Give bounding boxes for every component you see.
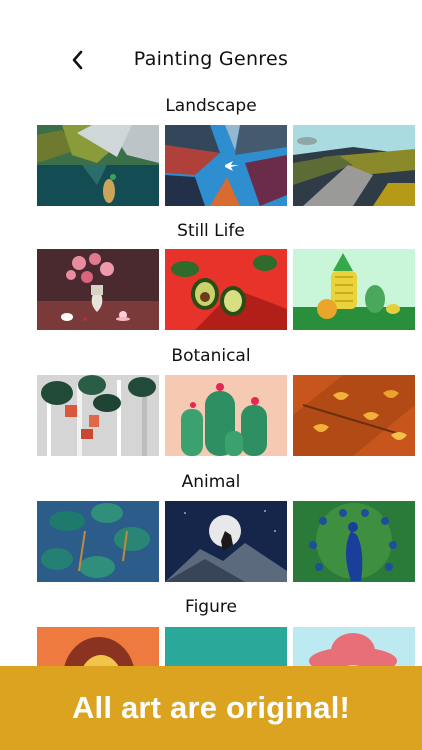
artwork-woman-portrait[interactable] [37,627,159,666]
section-title-botanical: Botanical [171,346,251,366]
section-title-animal: Animal [181,472,241,492]
promo-banner-text: All art are original! [71,690,351,725]
header: Painting Genres [0,38,422,82]
section-title-figure: Figure [185,597,237,617]
artwork-ginkgo[interactable] [293,375,415,456]
artwork-howling-wolf[interactable] [165,501,287,582]
artwork-birch-trees[interactable] [37,375,159,456]
artwork-rose-vase[interactable] [37,249,159,330]
section-title-still-life: Still Life [177,221,245,241]
artwork-woman-hat[interactable] [293,627,415,666]
artwork-plane-skyscrapers[interactable] [165,125,287,206]
promo-banner: All art are original! [0,666,422,750]
artwork-peacock[interactable] [293,501,415,582]
section-title-landscape: Landscape [165,96,257,116]
artwork-avocado[interactable] [165,249,287,330]
artwork-lily-pads[interactable] [37,501,159,582]
artwork-pineapple-fruit[interactable] [293,249,415,330]
artwork-beach-figure[interactable] [165,627,287,666]
artwork-lake-boat[interactable] [37,125,159,206]
page-title: Painting Genres [133,48,289,70]
artwork-cactus[interactable] [165,375,287,456]
artwork-road-hills[interactable] [293,125,415,206]
